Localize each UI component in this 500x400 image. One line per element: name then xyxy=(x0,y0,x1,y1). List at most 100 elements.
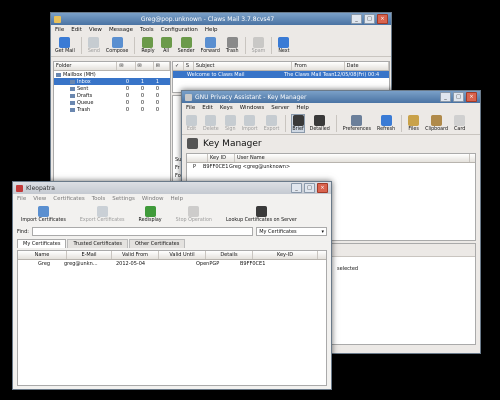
message-row[interactable]: Welcome to Claws Mail The Claws Mail Tea… xyxy=(173,71,389,78)
menu-edit[interactable]: Edit xyxy=(71,27,82,33)
stop-operation-button[interactable]: Stop Operation xyxy=(176,206,212,223)
key-col-user[interactable]: User Name xyxy=(235,154,470,162)
certificate-filter-select[interactable]: My Certificates ▾ xyxy=(256,227,327,236)
menu-help[interactable]: Help xyxy=(205,27,218,33)
gpa-menu-edit[interactable]: Edit xyxy=(202,105,213,111)
menu-view[interactable]: View xyxy=(89,27,102,33)
kleo-minimize-button[interactable]: _ xyxy=(291,183,302,193)
tab-my-certificates[interactable]: My Certificates xyxy=(17,239,67,248)
redisplay-button[interactable]: Redisplay xyxy=(139,206,162,223)
msg-col-subject[interactable]: Subject xyxy=(194,62,293,70)
folder-item[interactable]: Inbox 0 1 1 xyxy=(54,78,170,85)
folder-item[interactable]: Sent 0 0 0 xyxy=(54,85,170,92)
lookup-certificates-on-server-button[interactable]: Lookup Certificates on Server xyxy=(226,206,297,223)
folder-count: 0 xyxy=(125,85,130,92)
sign-button[interactable]: Sign xyxy=(224,115,236,132)
folder-item[interactable]: Drafts 0 0 0 xyxy=(54,92,170,99)
get-mail-button[interactable]: Get Mail xyxy=(55,37,75,54)
kleo-menu-window[interactable]: Window xyxy=(142,196,164,202)
toolbar-button-label: Lookup Certificates on Server xyxy=(225,218,297,223)
gpa-titlebar[interactable]: GNU Privacy Assistant - Key Manager _ □ … xyxy=(182,91,480,103)
kleo-menu-help[interactable]: Help xyxy=(171,196,184,202)
trash-button[interactable]: Trash xyxy=(226,37,239,54)
certificate-row[interactable]: Greg greg@unkn... 2012-05-04 OpenPGP B9F… xyxy=(18,260,326,268)
toolbar-button-label: Compose xyxy=(105,49,129,54)
minimize-button[interactable]: _ xyxy=(351,14,362,24)
next-button[interactable]: Next xyxy=(278,37,290,54)
detailed-button[interactable]: Detailed xyxy=(310,115,330,132)
sender-button[interactable]: Sender xyxy=(178,37,195,54)
gpa-menu-keys[interactable]: Keys xyxy=(220,105,233,111)
compose-icon xyxy=(111,37,123,48)
menu-configuration[interactable]: Configuration xyxy=(161,27,198,33)
preferences-button[interactable]: Preferences xyxy=(343,115,371,132)
folder-item[interactable]: Trash 0 0 0 xyxy=(54,106,170,113)
menu-message[interactable]: Message xyxy=(109,27,133,33)
kleo-menu-view[interactable]: View xyxy=(33,196,46,202)
key-col-flag[interactable] xyxy=(187,154,208,162)
import-button[interactable]: Import xyxy=(242,115,258,132)
cert-col-email[interactable]: E-Mail xyxy=(67,251,112,259)
refresh-button[interactable]: Refresh xyxy=(377,115,395,132)
reply-button[interactable]: Reply xyxy=(141,37,155,54)
files-icon xyxy=(408,115,420,126)
compose-button[interactable]: Compose xyxy=(106,37,128,54)
tab-trusted-certificates[interactable]: Trusted Certificates xyxy=(67,239,128,248)
brief-button[interactable]: Brief xyxy=(291,114,305,133)
kleo-menu-settings[interactable]: Settings xyxy=(112,196,135,202)
msg-col-status[interactable]: S xyxy=(184,62,194,70)
gpa-menu-server[interactable]: Server xyxy=(271,105,289,111)
folder-col-name[interactable]: Folder xyxy=(54,62,118,70)
gpa-menu-file[interactable]: File xyxy=(186,105,195,111)
kleopatra-titlebar[interactable]: Kleopatra _ □ × xyxy=(13,182,331,194)
kleo-menu-tools[interactable]: Tools xyxy=(92,196,106,202)
export-certificates-button[interactable]: Export Certificates xyxy=(80,206,125,223)
cert-col-name[interactable]: Name xyxy=(18,251,67,259)
send-button[interactable]: Send xyxy=(88,37,100,54)
gpa-menu-windows[interactable]: Windows xyxy=(240,105,265,111)
cert-col-key-id[interactable]: Key-ID xyxy=(253,251,318,259)
folder-col-new[interactable]: ✉ xyxy=(117,62,136,70)
folder-item[interactable]: Queue 0 0 0 xyxy=(54,99,170,106)
spam-button[interactable]: Spam xyxy=(252,37,265,54)
key-col-id[interactable]: Key ID xyxy=(208,154,235,162)
files-button[interactable]: Files xyxy=(408,115,420,132)
toolbar-separator xyxy=(80,37,82,54)
find-input[interactable] xyxy=(31,227,254,236)
delete-button[interactable]: Delete xyxy=(203,115,219,132)
maximize-button[interactable]: □ xyxy=(364,14,375,24)
kleo-close-button[interactable]: × xyxy=(317,183,328,193)
folder-item[interactable]: Mailbox (MH) xyxy=(54,71,170,78)
gpa-close-button[interactable]: × xyxy=(466,92,477,102)
claws-titlebar[interactable]: Greg@pop.unknown - Claws Mail 3.7.8cvs47… xyxy=(51,13,391,25)
toolbar-button-label: Trash xyxy=(225,49,239,54)
gpa-menu-help[interactable]: Help xyxy=(296,105,309,111)
key-row[interactable]: P B9FF0CE1 Greg <greg@unknown> xyxy=(187,163,475,171)
msg-col-check[interactable]: ✓ xyxy=(173,62,184,70)
cert-col-details[interactable]: Details xyxy=(206,251,253,259)
kleo-maximize-button[interactable]: □ xyxy=(304,183,315,193)
get-mail-icon xyxy=(59,37,71,48)
cert-col-valid-until[interactable]: Valid Until xyxy=(159,251,206,259)
close-button[interactable]: × xyxy=(377,14,388,24)
import-certificates-button[interactable]: Import Certificates xyxy=(21,206,66,223)
edit-button[interactable]: Edit xyxy=(186,115,197,132)
cert-col-valid-from[interactable]: Valid From xyxy=(112,251,159,259)
clipboard-button[interactable]: Clipboard xyxy=(425,115,448,132)
menu-tools[interactable]: Tools xyxy=(140,27,154,33)
forward-button[interactable]: Forward xyxy=(201,37,220,54)
kleo-menu-file[interactable]: File xyxy=(17,196,26,202)
folder-icon xyxy=(70,86,75,91)
msg-col-from[interactable]: From xyxy=(292,62,345,70)
folder-col-unread[interactable]: ✉ xyxy=(136,62,154,70)
gpa-maximize-button[interactable]: □ xyxy=(453,92,464,102)
folder-col-total[interactable]: ✉ xyxy=(154,62,170,70)
all-button[interactable]: All xyxy=(160,37,172,54)
msg-col-date[interactable]: Date xyxy=(345,62,389,70)
menu-file[interactable]: File xyxy=(55,27,64,33)
card-button[interactable]: Card xyxy=(454,115,465,132)
export-button[interactable]: Export xyxy=(264,115,279,132)
tab-other-certificates[interactable]: Other Certificates xyxy=(128,239,186,248)
gpa-minimize-button[interactable]: _ xyxy=(440,92,451,102)
kleo-menu-certificates[interactable]: Certificates xyxy=(53,196,84,202)
